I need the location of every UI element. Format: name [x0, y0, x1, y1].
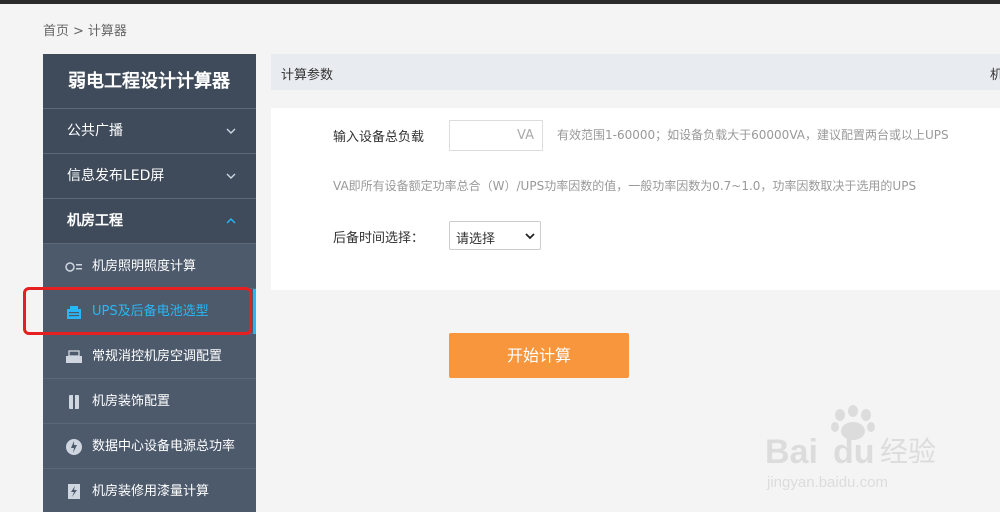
chevron-down-icon — [226, 173, 236, 179]
breadcrumb-home[interactable]: 首页 — [43, 24, 69, 39]
menu-group-machine-room[interactable]: 机房工程 — [43, 199, 256, 244]
air-conditioner-icon — [66, 350, 82, 363]
menu-group-led-screen[interactable]: 信息发布LED屏 — [43, 154, 256, 199]
sidebar-item-decoration[interactable]: 机房装饰配置 — [43, 379, 256, 424]
load-description: VA即所有设备额定功率总合（W）/UPS功率因数的值，一般功率因数为0.7~1.… — [333, 179, 917, 193]
sidebar-item-label: 机房装饰配置 — [92, 394, 171, 409]
highlight-box — [23, 287, 252, 335]
breadcrumb: 首页 > 计算器 — [43, 20, 127, 39]
load-unit: VA — [517, 128, 534, 143]
top-bar — [0, 0, 1000, 4]
sidebar-item-paint[interactable]: 机房装修用漆量计算 — [43, 469, 256, 512]
chevron-down-icon — [226, 128, 236, 134]
panel-header-title: 计算参数 — [281, 68, 334, 83]
sidebar-item-lighting[interactable]: 机房照明照度计算 — [43, 244, 256, 289]
load-label: 输入设备总负载 — [333, 130, 425, 145]
chevron-down-icon — [525, 233, 535, 240]
backup-time-value: 请选择 — [456, 232, 496, 247]
breadcrumb-separator: > — [73, 24, 84, 39]
menu-group-label: 机房工程 — [67, 213, 123, 229]
panel-header: 计算参数 机 — [271, 54, 1000, 90]
sidebar-item-label: 机房照明照度计算 — [92, 259, 197, 274]
sidebar: 弱电工程设计计算器 公共广播 信息发布LED屏 机房工程 机房照明照度计算 UP… — [43, 54, 256, 512]
menu-group-public-broadcast[interactable]: 公共广播 — [43, 109, 256, 154]
calc-panel: 输入设备总负载 VA 有效范围1-60000；如设备负载大于60000VA，建议… — [271, 108, 1000, 290]
breadcrumb-current: 计算器 — [87, 24, 127, 39]
watermark-suffix: 经验 — [880, 435, 936, 468]
menu-group-label: 信息发布LED屏 — [67, 168, 165, 184]
watermark-url: jingyan.baidu.com — [766, 474, 888, 491]
chevron-up-icon — [226, 218, 236, 224]
sidebar-item-label: 数据中心设备电源总功率 — [92, 439, 236, 454]
backup-time-label: 后备时间选择： — [333, 231, 425, 246]
load-input[interactable]: VA — [449, 120, 543, 151]
baidu-watermark: Bai du 经验 jingyan.baidu.com — [765, 405, 936, 491]
backup-time-select[interactable]: 请选择 — [449, 221, 541, 250]
panel-header-right: 机 — [990, 68, 1000, 83]
sidebar-item-label: 机房装修用漆量计算 — [92, 484, 210, 499]
globe-power-icon — [66, 439, 82, 455]
sidebar-item-air-conditioning[interactable]: 常规消控机房空调配置 — [43, 334, 256, 379]
start-calculation-button[interactable]: 开始计算 — [449, 333, 629, 378]
paint-icon — [68, 484, 80, 499]
watermark-brand: Bai — [765, 433, 818, 471]
load-hint: 有效范围1-60000；如设备负载大于60000VA，建议配置两台或以上UPS — [557, 128, 949, 142]
sidebar-item-label: 常规消控机房空调配置 — [92, 349, 223, 364]
decoration-icon — [69, 395, 79, 409]
menu-group-label: 公共广播 — [67, 123, 123, 139]
sidebar-item-datacenter-power[interactable]: 数据中心设备电源总功率 — [43, 424, 256, 469]
lighting-icon — [65, 262, 82, 272]
sidebar-title: 弱电工程设计计算器 — [43, 54, 256, 109]
watermark-brand2: du — [833, 433, 875, 471]
